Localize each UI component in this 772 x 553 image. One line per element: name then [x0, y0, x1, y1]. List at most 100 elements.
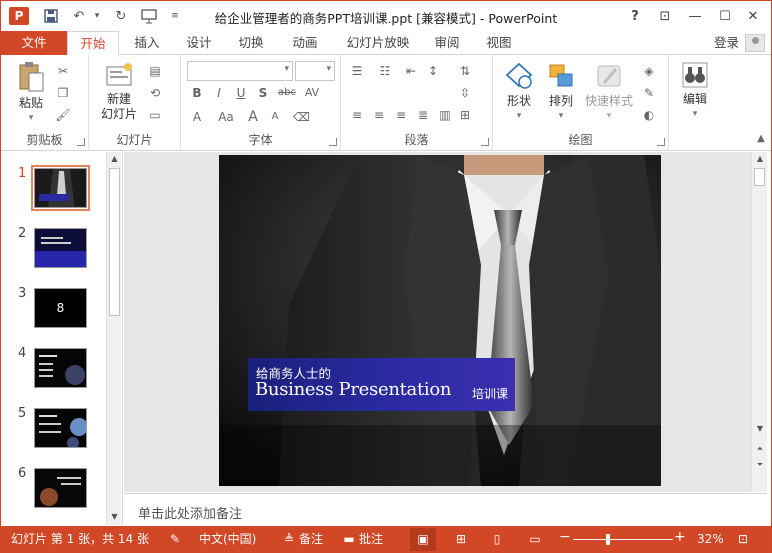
notes-toggle-icon[interactable]: ≜	[281, 531, 297, 547]
next-slide-icon[interactable]: ⏷	[752, 458, 768, 472]
main-scrollbar-thumb[interactable]	[754, 168, 765, 186]
underline-button[interactable]: U	[233, 85, 249, 101]
numbering-icon[interactable]: ☷	[377, 63, 393, 79]
avatar[interactable]	[745, 34, 765, 52]
thumbnail-scrollbar-thumb[interactable]	[109, 168, 120, 316]
tab-view[interactable]: 视图	[477, 31, 521, 55]
paragraph-launcher-icon[interactable]	[481, 138, 489, 146]
language-status[interactable]: 中文(中国)	[199, 531, 256, 547]
tab-design[interactable]: 设计	[177, 31, 221, 55]
character-spacing-button[interactable]: AV	[301, 85, 323, 101]
format-painter-icon[interactable]: 🖌	[55, 107, 71, 123]
slide-thumbnail-1[interactable]	[31, 165, 90, 211]
quick-styles-dropdown-icon[interactable]: ▾	[581, 109, 637, 124]
help-icon[interactable]: ?	[623, 5, 647, 27]
minimize-icon[interactable]: —	[683, 5, 707, 27]
change-case-button[interactable]: Aa	[215, 109, 237, 125]
slide-thumbnail-6[interactable]	[34, 468, 87, 508]
italic-button[interactable]: I	[211, 85, 227, 101]
align-center-icon[interactable]: ≡	[371, 107, 387, 123]
increase-font-button[interactable]: A	[245, 109, 261, 125]
main-scrollbar[interactable]: ▲ ▼ ⏶ ⏷	[751, 152, 767, 492]
columns-icon[interactable]: ▥	[437, 107, 453, 123]
tab-slideshow[interactable]: 幻灯片放映	[341, 31, 415, 55]
shapes-dropdown-icon[interactable]: ▾	[499, 109, 539, 124]
clear-formatting-icon[interactable]: ⌫	[293, 109, 310, 125]
tab-animations[interactable]: 动画	[283, 31, 327, 55]
tab-review[interactable]: 审阅	[425, 31, 469, 55]
maximize-icon[interactable]: ☐	[713, 5, 737, 27]
font-size-select[interactable]	[295, 61, 335, 81]
strikethrough-button[interactable]: abc	[275, 85, 299, 101]
decrease-font-button[interactable]: A	[267, 109, 283, 125]
font-launcher-icon[interactable]	[329, 138, 337, 146]
editing-button[interactable]: 编辑 ▾	[677, 61, 713, 122]
tab-transitions[interactable]: 切换	[229, 31, 273, 55]
line-spacing-icon[interactable]: ↕	[425, 63, 441, 79]
thumbnail-scrollbar[interactable]: ▲ ▼	[106, 152, 121, 525]
main-scroll-up-icon[interactable]: ▲	[752, 152, 768, 166]
spell-check-icon[interactable]: ✎	[167, 531, 183, 547]
zoom-level[interactable]: 32%	[697, 531, 724, 547]
reset-icon[interactable]: ⟲	[147, 85, 163, 101]
scroll-down-icon[interactable]: ▼	[107, 510, 122, 524]
current-slide[interactable]: 给商务人士的 Business Presentation 培训课	[219, 155, 661, 486]
layout-icon[interactable]: ▤	[147, 63, 163, 79]
slide-thumbnail-2[interactable]	[34, 228, 87, 268]
new-slide-button[interactable]: 新建 幻灯片	[95, 61, 143, 122]
section-icon[interactable]: ▭	[147, 107, 163, 123]
justify-icon[interactable]: ≣	[415, 107, 431, 123]
font-color-button[interactable]: A	[189, 109, 205, 125]
zoom-slider-track[interactable]	[573, 539, 673, 540]
comments-label[interactable]: 批注	[359, 531, 383, 547]
zoom-out-button[interactable]: −	[559, 529, 571, 545]
reading-view-icon[interactable]: ▯	[489, 531, 505, 547]
previous-slide-icon[interactable]: ⏶	[752, 442, 768, 456]
shape-fill-icon[interactable]: ◈	[641, 63, 657, 79]
arrange-button[interactable]: 排列 ▾	[541, 61, 581, 124]
paste-dropdown-icon[interactable]: ▾	[13, 111, 49, 126]
slide-thumbnail-5[interactable]	[34, 408, 87, 448]
paste-button[interactable]: 粘贴 ▾	[13, 61, 49, 126]
decrease-indent-icon[interactable]: ⇤	[403, 63, 419, 79]
shapes-button[interactable]: 形状 ▾	[499, 61, 539, 124]
slide-sorter-icon[interactable]: ⊞	[453, 531, 469, 547]
drawing-launcher-icon[interactable]	[657, 138, 665, 146]
fit-slide-icon[interactable]: ⊡	[735, 531, 751, 547]
slide-thumbnail-3[interactable]: 8	[34, 288, 87, 328]
cut-icon[interactable]: ✂	[55, 63, 71, 79]
shape-outline-icon[interactable]: ✎	[641, 85, 657, 101]
notes-placeholder[interactable]: 单击此处添加备注	[138, 503, 242, 522]
normal-view-icon[interactable]: ▣	[415, 531, 431, 547]
collapse-ribbon-icon[interactable]: ▲	[753, 131, 769, 147]
align-left-icon[interactable]: ≡	[349, 107, 365, 123]
notes-toggle-label[interactable]: 备注	[299, 531, 323, 547]
bold-button[interactable]: B	[189, 85, 205, 101]
tab-insert[interactable]: 插入	[125, 31, 169, 55]
bullets-icon[interactable]: ☰	[349, 63, 365, 79]
align-right-icon[interactable]: ≡	[393, 107, 409, 123]
font-family-select[interactable]	[187, 61, 293, 81]
shadow-button[interactable]: S	[255, 85, 271, 101]
quick-styles-button[interactable]: 快速样式 ▾	[581, 61, 637, 124]
text-direction-icon[interactable]: ⇅	[457, 63, 473, 79]
copy-icon[interactable]: ❐	[55, 85, 71, 101]
smartart-icon[interactable]: ⊞	[457, 107, 473, 123]
zoom-slider-thumb[interactable]	[606, 534, 610, 545]
clipboard-launcher-icon[interactable]	[77, 138, 85, 146]
slideshow-view-icon[interactable]: ▭	[527, 531, 543, 547]
slide-thumbnail-4[interactable]	[34, 348, 87, 388]
ribbon-display-options-icon[interactable]: ⊡	[653, 5, 677, 27]
align-text-icon[interactable]: ⇳	[457, 85, 473, 101]
sign-in-link[interactable]: 登录	[714, 31, 739, 55]
comments-icon[interactable]: ▬	[341, 531, 357, 547]
arrange-dropdown-icon[interactable]: ▾	[541, 109, 581, 124]
notes-pane[interactable]: 单击此处添加备注	[124, 493, 767, 525]
close-icon[interactable]: ✕	[741, 5, 765, 27]
scroll-up-icon[interactable]: ▲	[107, 152, 122, 166]
tab-file[interactable]: 文件	[1, 31, 67, 55]
main-scroll-down-icon[interactable]: ▼	[752, 422, 768, 436]
tab-home[interactable]: 开始	[67, 31, 119, 56]
zoom-in-button[interactable]: +	[674, 529, 686, 545]
editing-dropdown-icon[interactable]: ▾	[677, 107, 713, 122]
